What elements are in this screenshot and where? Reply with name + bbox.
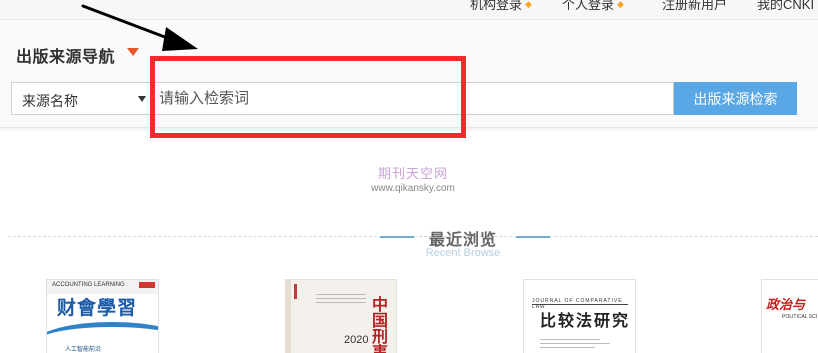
caret-down-icon <box>138 96 146 102</box>
recent-browse-subtitle: Recent Browse <box>425 247 501 259</box>
journal-cover-2[interactable]: 中国刑事 2020 <box>285 279 397 353</box>
institution-login-link[interactable]: 机构登录 ◆ <box>470 0 532 13</box>
source-type-select[interactable]: 来源名称 <box>11 82 153 115</box>
watermark: 期刊天空网 www.qikansky.com <box>363 163 463 194</box>
cover-1-title: 财會學習 <box>57 298 138 319</box>
triangle-down-icon[interactable] <box>127 48 139 56</box>
search-header: 出版来源导航 来源名称 出版来源检索 <box>0 20 818 128</box>
cover-3-contents <box>540 336 610 348</box>
cover-2-title: 中国刑事 <box>372 297 389 353</box>
cover-2-red-bar <box>294 284 297 299</box>
journal-cover-1[interactable]: ACCOUNTING LEARNING 财會學習 人工智能前沿 <box>46 279 159 353</box>
cover-2-fine-print <box>316 292 366 303</box>
cover-1-curve <box>47 322 158 353</box>
personal-login-label: 个人登录 <box>562 0 615 12</box>
cover-4-title: 政治与 <box>766 297 806 312</box>
personal-login-link[interactable]: 个人登录 ◆ <box>562 0 624 13</box>
cover-3-rule <box>532 304 628 305</box>
watermark-url: www.qikansky.com <box>371 183 455 194</box>
register-link[interactable]: 注册新用户 <box>662 0 727 13</box>
cover-1-tag <box>139 282 155 288</box>
search-input[interactable] <box>153 82 674 115</box>
chevron-down-icon: ◆ <box>525 0 532 9</box>
cover-4-en-label: POLITICAL SCI <box>782 314 818 320</box>
source-search-button[interactable]: 出版来源检索 <box>674 82 797 115</box>
cover-2-year: 2020 <box>344 334 369 346</box>
my-cnki-link[interactable]: 我的CNKI <box>757 0 814 13</box>
chevron-down-icon: ◆ <box>617 0 624 9</box>
source-type-value: 来源名称 <box>22 93 78 109</box>
nav-title[interactable]: 出版来源导航 <box>16 43 115 67</box>
cover-1-sub: 人工智能前沿 <box>65 347 102 353</box>
institution-login-label: 机构登录 <box>470 0 523 12</box>
top-bar: 机构登录 ◆ 个人登录 ◆ 注册新用户 我的CNKI <box>0 0 818 20</box>
journal-cover-4[interactable]: 政治与 POLITICAL SCI <box>761 279 818 353</box>
watermark-name: 期刊天空网 <box>377 166 448 181</box>
cover-2-band <box>286 280 291 353</box>
cover-3-title: 比较法研究 <box>540 313 631 330</box>
journal-cover-3[interactable]: JOURNAL OF COMPARATIVE LAW 比较法研究 <box>523 279 636 353</box>
